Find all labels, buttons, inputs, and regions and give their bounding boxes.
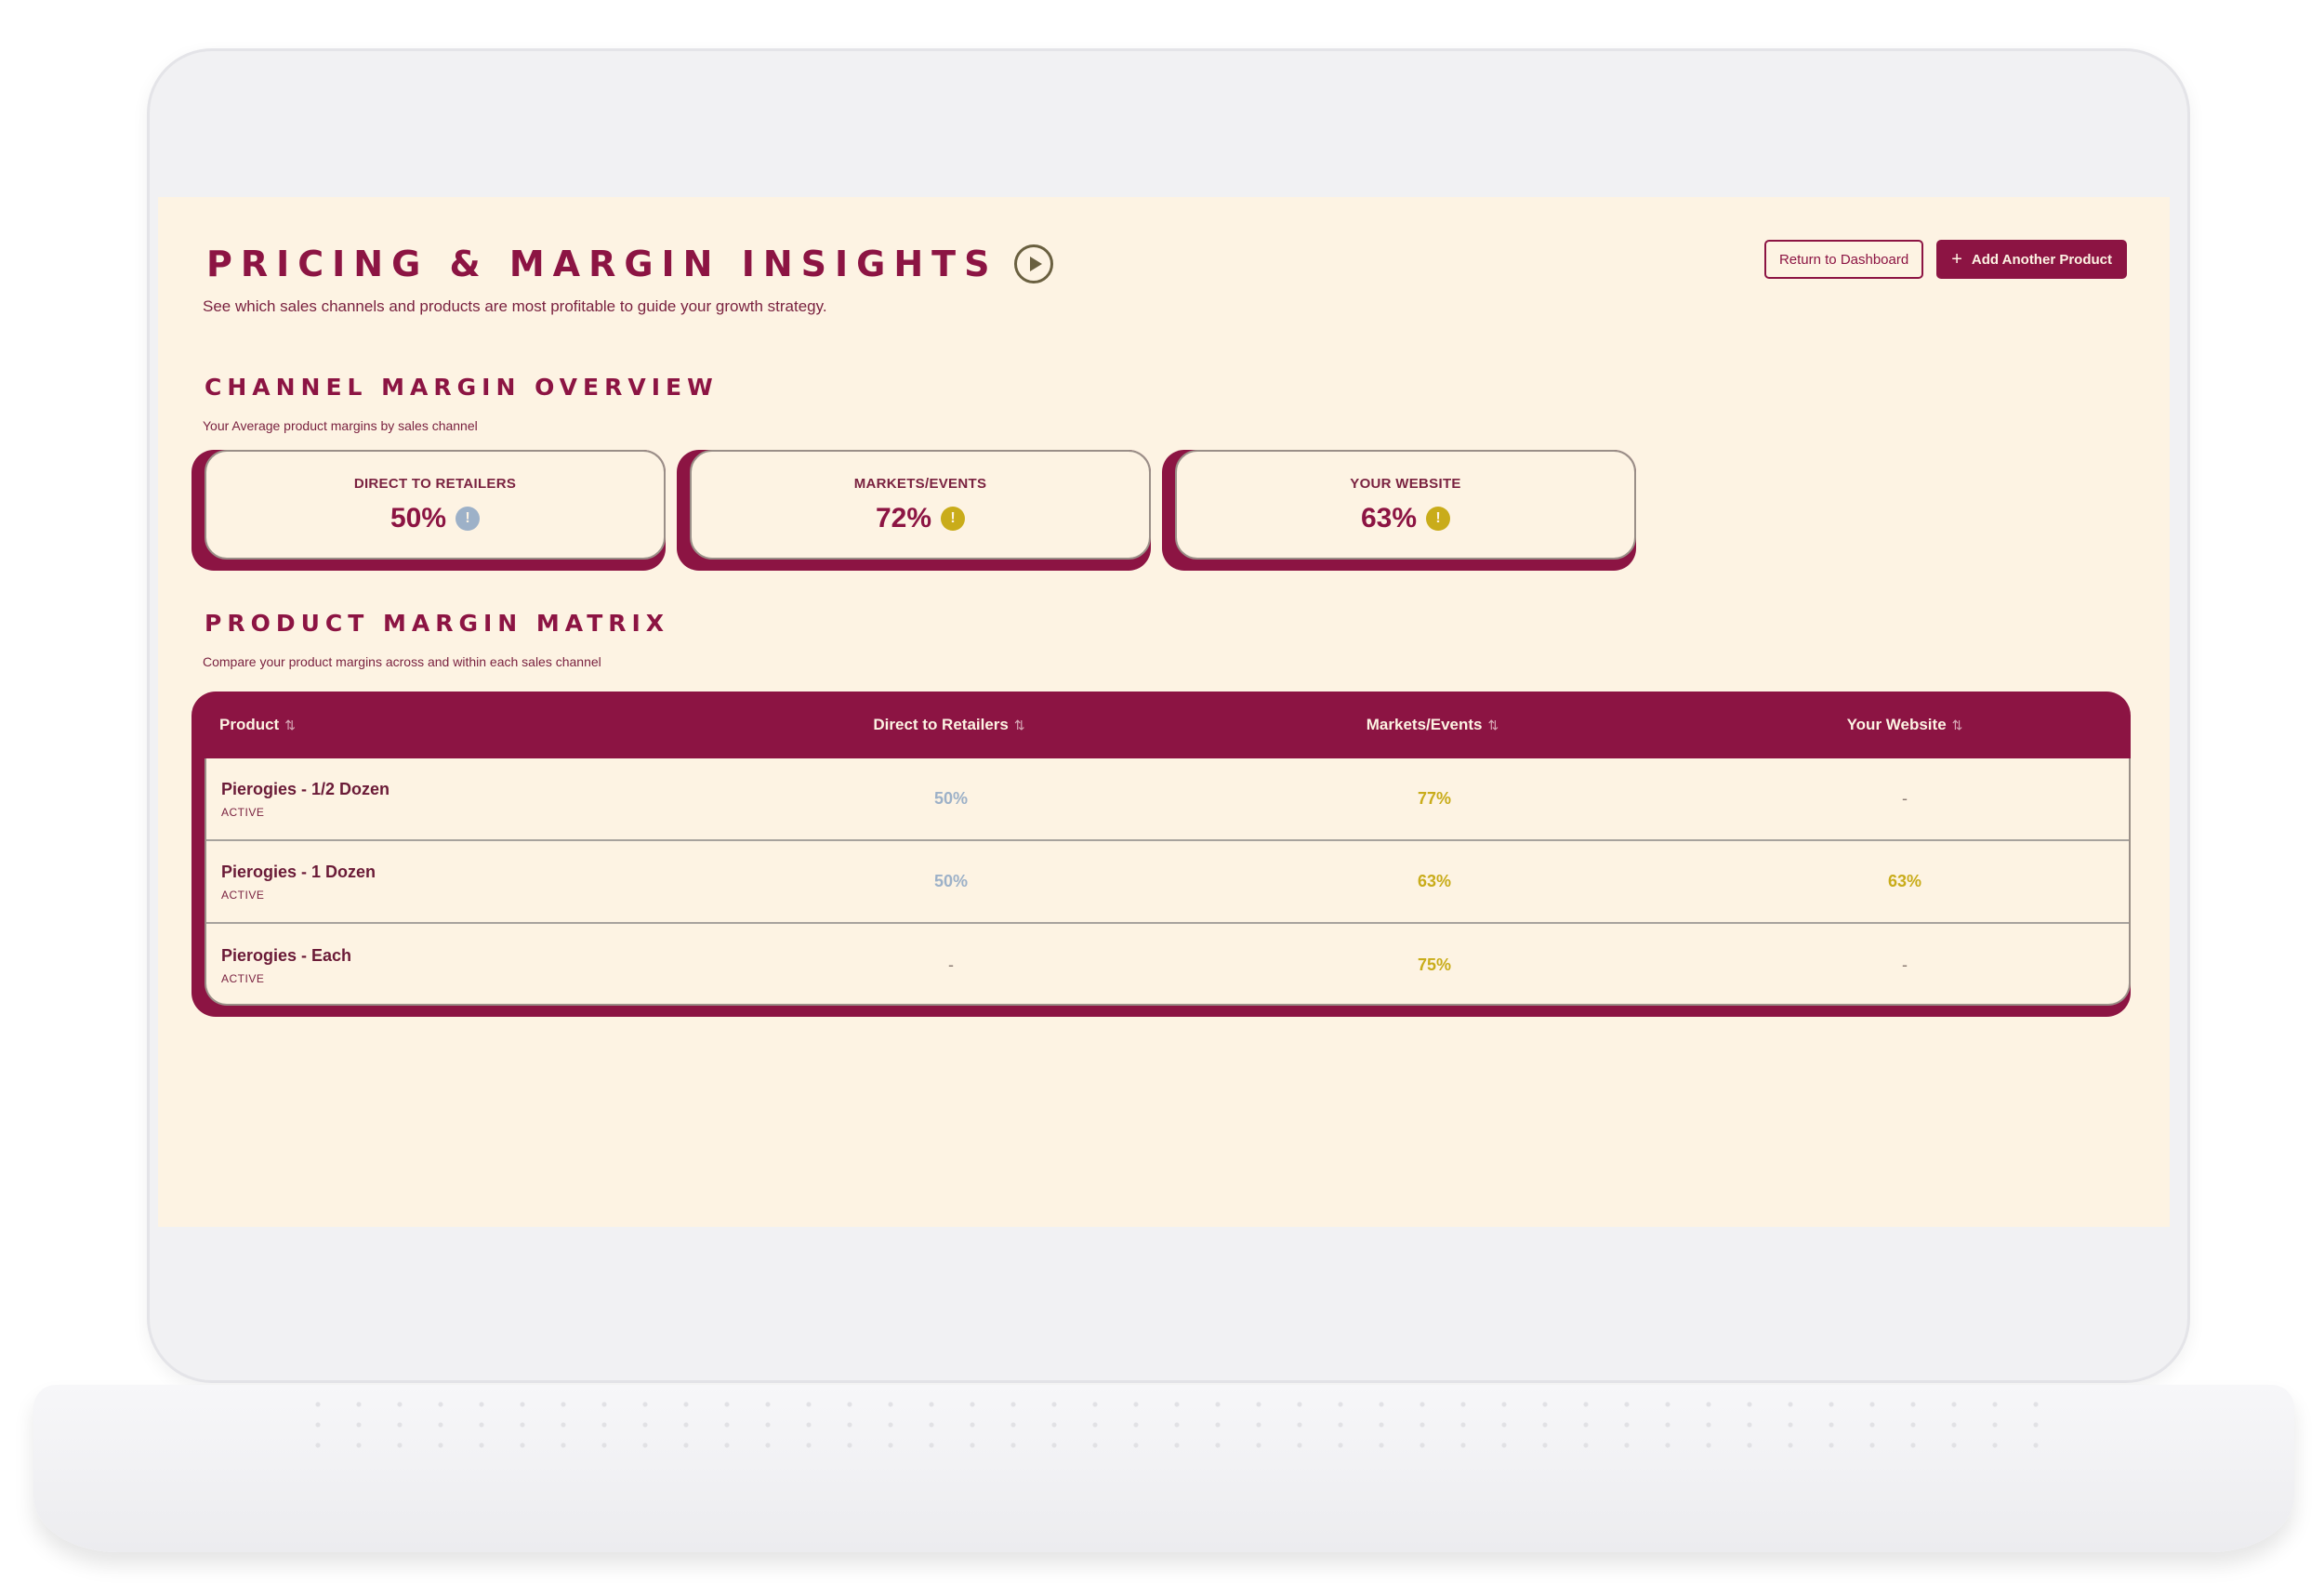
warning-icon[interactable]: ! [941,506,966,531]
channel-card-label: MARKETS/EVENTS [853,475,987,492]
channel-overview-subtitle: Your Average product margins by sales ch… [203,418,478,433]
margin-website: - [1902,955,1908,974]
app-screen: PRICING & MARGIN INSIGHTS See which sale… [158,197,2170,1227]
channel-card-your-website: YOUR WEBSITE 63% ! [1162,450,1636,571]
margin-markets: 75% [1417,955,1452,974]
product-margin-table: Product ⇅ Direct to Retailers ⇅ Markets/Ev… [191,692,2131,1017]
column-header-website[interactable]: Your Website ⇅ [1679,716,2131,734]
table-header: Product ⇅ Direct to Retailers ⇅ Markets/Ev… [191,692,2131,758]
margin-direct: 50% [933,789,969,808]
play-icon[interactable] [1014,244,1054,283]
sort-icon[interactable]: ⇅ [284,718,296,733]
channel-card-value: 72% [875,502,932,534]
page-title: PRICING & MARGIN INSIGHTS [206,244,998,284]
sort-icon[interactable]: ⇅ [1014,718,1025,733]
product-name: Pierogies - 1 Dozen [221,862,376,881]
column-header-markets[interactable]: Markets/Events ⇅ [1186,716,1679,734]
add-another-product-button[interactable]: + Add Another Product [1936,240,2127,279]
margin-website: - [1902,789,1908,808]
margin-direct: 50% [933,872,969,890]
sort-icon[interactable]: ⇅ [1488,718,1499,733]
channel-card-label: DIRECT TO RETAILERS [353,475,517,492]
channel-card-direct-to-retailers: DIRECT TO RETAILERS 50% ! [191,450,666,571]
margin-markets: 63% [1417,872,1452,890]
margin-direct: - [948,955,954,974]
channel-overview-title: CHANNEL MARGIN OVERVIEW [205,374,719,401]
channel-card-value: 63% [1360,502,1418,534]
table-row[interactable]: Pierogies - 1/2 Dozen ACTIVE 50% 77% - [206,758,2129,841]
laptop-keyboard [297,1394,2045,1459]
margin-website: 63% [1887,872,1922,890]
channel-cards: DIRECT TO RETAILERS 50% ! MARKETS/EVENTS… [191,450,1636,571]
column-header-product[interactable]: Product ⇅ [191,716,712,734]
page-subtitle: See which sales channels and products ar… [203,297,827,315]
table-row[interactable]: Pierogies - 1 Dozen ACTIVE 50% 63% 63% [206,841,2129,924]
return-to-dashboard-button[interactable]: Return to Dashboard [1763,240,1924,279]
header-actions: Return to Dashboard + Add Another Produc… [1763,240,2127,279]
product-name: Pierogies - 1/2 Dozen [221,779,390,798]
product-name: Pierogies - Each [221,945,352,965]
table-row[interactable]: Pierogies - Each ACTIVE - 75% - [206,924,2129,1004]
channel-card-markets-events: MARKETS/EVENTS 72% ! [677,450,1151,571]
product-status: ACTIVE [221,805,265,819]
matrix-subtitle: Compare your product margins across and … [203,654,601,669]
title-row: PRICING & MARGIN INSIGHTS [206,244,1054,284]
product-status: ACTIVE [221,971,265,985]
channel-card-value: 50% [390,502,447,534]
channel-card-label: YOUR WEBSITE [1350,475,1461,492]
add-another-product-label: Add Another Product [1971,251,2112,268]
margin-markets: 77% [1417,789,1452,808]
info-icon[interactable]: ! [456,506,481,531]
product-status: ACTIVE [221,888,265,902]
table-body: Pierogies - 1/2 Dozen ACTIVE 50% 77% - P… [205,758,2131,1006]
matrix-title: PRODUCT MARGIN MATRIX [205,610,670,637]
column-header-direct[interactable]: Direct to Retailers ⇅ [712,716,1186,734]
warning-icon[interactable]: ! [1426,506,1451,531]
plus-icon: + [1951,248,1962,270]
sort-icon[interactable]: ⇅ [1952,718,1963,733]
